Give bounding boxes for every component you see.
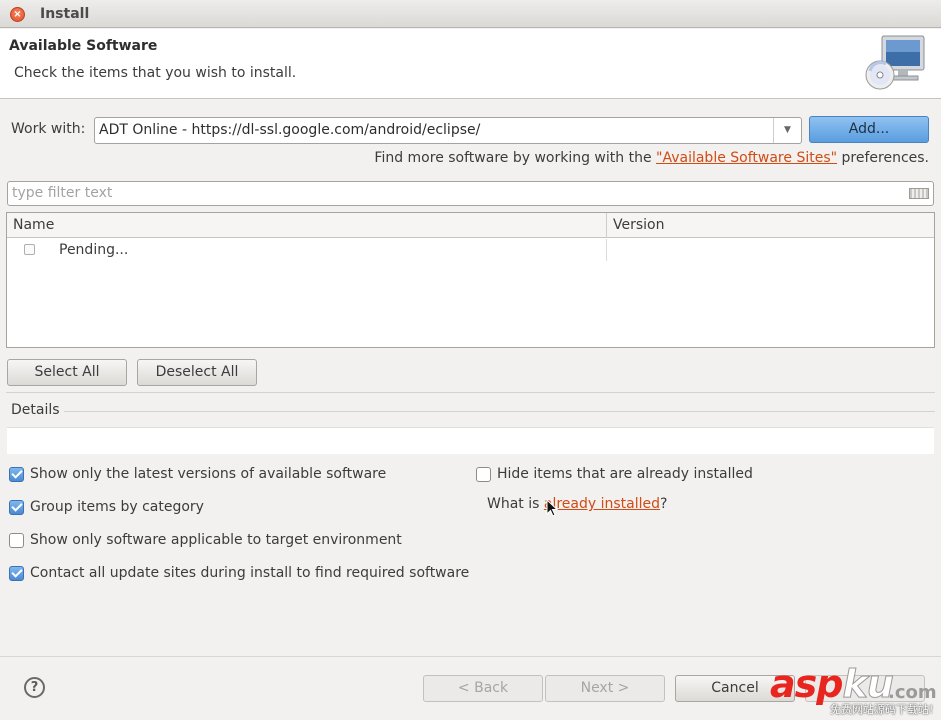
deselect-all-button[interactable]: Deselect All (137, 359, 257, 386)
close-icon[interactable]: × (10, 7, 25, 22)
watermark-brand-b: ku (842, 662, 894, 707)
watermark-logo: aspku .com 免费网站源码下载站! (770, 660, 941, 720)
footer-divider (0, 656, 941, 657)
software-table[interactable]: Name Version Pending... (6, 212, 935, 348)
clear-filter-icon[interactable] (909, 188, 929, 199)
details-rule (64, 411, 935, 412)
contact-update-sites-label[interactable]: Contact all update sites during install … (30, 565, 469, 581)
more-software-text: Find more software by working with the "… (374, 150, 929, 166)
group-by-category-checkbox[interactable] (9, 500, 24, 515)
work-with-combo[interactable]: ADT Online - https://dl-ssl.google.com/a… (94, 117, 802, 144)
details-label: Details (11, 402, 60, 418)
wizard-header: Available Software Check the items that … (0, 29, 941, 99)
watermark-brand: aspku (770, 662, 894, 707)
column-divider[interactable] (606, 213, 607, 238)
watermark-tagline: 免费网站源码下载站! (830, 703, 934, 716)
latest-versions-checkbox[interactable] (9, 467, 24, 482)
cell-divider (606, 239, 607, 261)
page-description: Check the items that you wish to install… (14, 65, 297, 81)
installed-query-suffix: ? (660, 496, 668, 512)
filter-placeholder: type filter text (12, 185, 113, 201)
back-button[interactable]: < Back (423, 675, 543, 702)
page-title: Available Software (9, 38, 158, 54)
add-button[interactable]: Add... (809, 116, 929, 143)
column-header-name[interactable]: Name (13, 217, 54, 233)
target-environment-checkbox[interactable] (9, 533, 24, 548)
available-software-sites-link[interactable]: "Available Software Sites" (656, 150, 837, 166)
filter-input[interactable]: type filter text (7, 181, 934, 206)
computer-cd-icon (865, 35, 925, 90)
table-header: Name Version (7, 213, 934, 238)
select-all-button[interactable]: Select All (7, 359, 127, 386)
group-by-category-label[interactable]: Group items by category (30, 499, 204, 515)
already-installed-link[interactable]: already installed (544, 496, 660, 512)
window-title: Install (40, 6, 90, 22)
more-software-suffix: preferences. (837, 150, 930, 166)
divider (6, 392, 935, 393)
next-button[interactable]: Next > (545, 675, 665, 702)
latest-versions-label[interactable]: Show only the latest versions of availab… (30, 466, 386, 482)
work-with-value: ADT Online - https://dl-ssl.google.com/a… (99, 122, 481, 138)
watermark-brand-a: asp (770, 662, 843, 706)
question-mark-icon[interactable]: ? (24, 677, 45, 698)
hide-installed-checkbox[interactable] (476, 467, 491, 482)
installed-query-text: What is already installed? (487, 496, 667, 512)
row-name: Pending... (59, 242, 129, 258)
hide-installed-label[interactable]: Hide items that are already installed (497, 466, 753, 482)
watermark-dotcom: .com (888, 682, 937, 703)
details-area (7, 427, 934, 454)
mouse-pointer-icon (546, 499, 558, 517)
row-checkbox[interactable] (24, 244, 35, 255)
more-software-prefix: Find more software by working with the (374, 150, 657, 166)
chevron-down-icon[interactable]: ▼ (773, 118, 801, 143)
target-environment-label[interactable]: Show only software applicable to target … (30, 532, 402, 548)
contact-update-sites-checkbox[interactable] (9, 566, 24, 581)
installed-query-prefix: What is (487, 496, 544, 512)
title-bar: × Install (0, 0, 941, 28)
column-header-version[interactable]: Version (613, 217, 664, 233)
work-with-label: Work with: (11, 121, 86, 137)
